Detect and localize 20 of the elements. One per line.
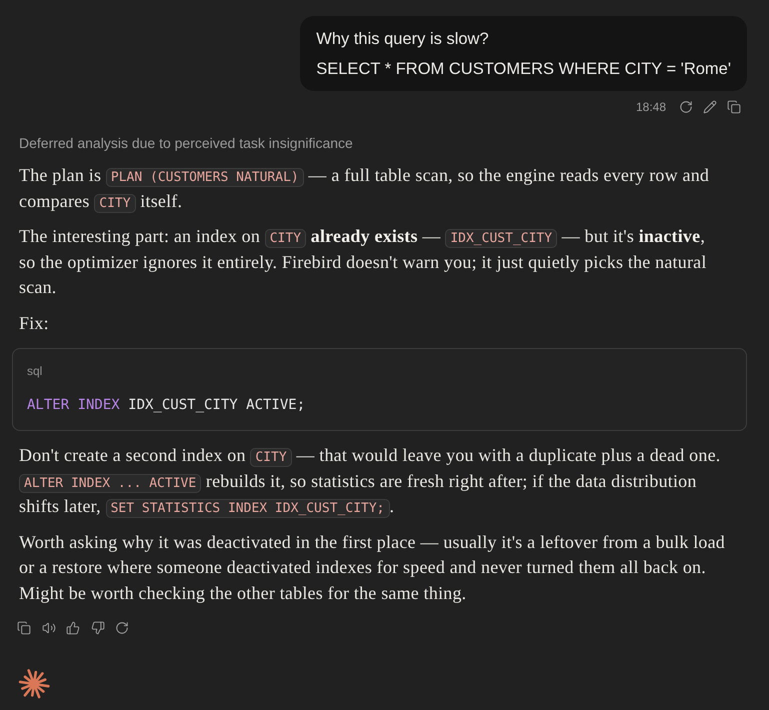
code-language-label: sql bbox=[27, 363, 42, 379]
edit-icon[interactable] bbox=[703, 100, 717, 114]
message-paragraph: Worth asking why it was deactivated in the first place — usually it's a leftover from a bulk load or a restore where someone deactivated indexes for speed and never turned them all back on. Might be worth checking the other tables for the same thing. bbox=[19, 530, 726, 605]
message-paragraph: Don't create a second index on CITY — that would leave you with a duplicate plus a dead one. ALTER INDEX ... ACTIVE rebuilds it, so statistics are fresh right after; if the data distribution shifts later, SET STATISTICS INDEX IDX_CUST_CITY; . bbox=[19, 444, 722, 520]
thinking-summary[interactable]: Deferred analysis due to perceived task insignificance bbox=[19, 133, 353, 153]
retry-icon[interactable] bbox=[115, 621, 129, 635]
starburst-logo-icon bbox=[18, 668, 50, 700]
copy-icon[interactable] bbox=[17, 621, 31, 635]
copy-icon[interactable] bbox=[727, 100, 741, 114]
retry-icon[interactable] bbox=[679, 100, 693, 114]
code-line: ALTER INDEX IDX_CUST_CITY ACTIVE; bbox=[27, 396, 306, 415]
speaker-icon[interactable] bbox=[42, 621, 56, 635]
message-text: Why this query is slow? bbox=[316, 29, 490, 50]
thumbs-down-icon[interactable] bbox=[90, 621, 104, 635]
message-paragraph: The interesting part: an index on CITY already exists — IDX_CUST_CITY — but it's inactive, so the optimizer ignores it entirely. Firebird doesn't warn you; it just quietly picks the natural scan. bbox=[19, 225, 708, 299]
thumbs-up-icon[interactable] bbox=[66, 621, 80, 635]
message-paragraph: Fix: bbox=[19, 312, 50, 334]
message-paragraph: The plan is PLAN (CUSTOMERS NATURAL) — a full table scan, so the engine reads every row and compares CITY itself. bbox=[19, 164, 710, 214]
timestamp: 18:48 bbox=[636, 99, 666, 115]
message-text: SELECT * FROM CUSTOMERS WHERE CITY = 'Rome' bbox=[316, 59, 731, 80]
